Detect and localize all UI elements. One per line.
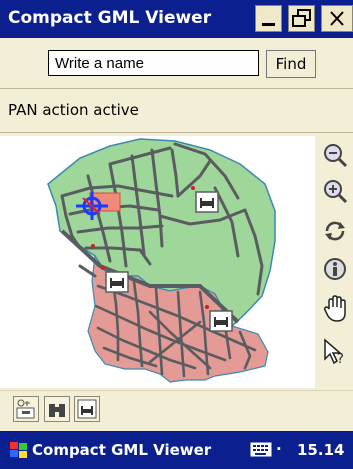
- poi-dot: [91, 244, 95, 248]
- window-title: Compact GML Viewer: [8, 8, 212, 28]
- binoculars-icon: [49, 404, 65, 417]
- map-canvas[interactable]: [0, 136, 315, 388]
- close-icon: [330, 11, 344, 26]
- search-input[interactable]: [48, 50, 259, 76]
- restore-icon: [292, 9, 311, 27]
- pan-tool-button[interactable]: [319, 294, 350, 324]
- minimize-icon: [262, 23, 275, 26]
- layers-icon: [16, 399, 35, 419]
- divider: [0, 88, 353, 89]
- layers-button[interactable]: [13, 396, 39, 422]
- zoom-in-button[interactable]: [319, 176, 350, 206]
- map-drawing: [47, 138, 276, 383]
- restore-button[interactable]: [288, 5, 315, 32]
- taskbar-separator: ·: [276, 440, 282, 458]
- pan-hand-icon: [323, 295, 346, 322]
- refresh-icon: [324, 221, 345, 241]
- map-tools-panel: ?: [316, 136, 353, 388]
- query-icon: ?: [323, 338, 344, 365]
- keyboard-icon[interactable]: [250, 441, 272, 459]
- find-button[interactable]: Find: [266, 50, 316, 78]
- query-tool-button[interactable]: ?: [319, 336, 350, 366]
- minimize-button[interactable]: [255, 5, 282, 32]
- bed-list-icon: [77, 399, 97, 419]
- info-button[interactable]: [319, 254, 350, 284]
- search-binoculars-button[interactable]: [44, 396, 70, 422]
- refresh-button[interactable]: [319, 216, 350, 246]
- status-text: PAN action active: [8, 101, 139, 119]
- clock: 15.14: [297, 441, 345, 459]
- close-button[interactable]: [321, 5, 353, 32]
- title-bar: Compact GML Viewer: [0, 0, 353, 38]
- hotels-button[interactable]: [74, 396, 100, 422]
- info-icon: [323, 258, 346, 280]
- taskbar: Compact GML Viewer · 15.14: [0, 431, 353, 469]
- zoom-in-icon: [323, 180, 347, 204]
- start-flag-icon[interactable]: [8, 439, 30, 461]
- taskbar-app-label[interactable]: Compact GML Viewer: [32, 441, 211, 459]
- zoom-out-icon: [323, 144, 347, 168]
- svg-text:?: ?: [337, 352, 344, 365]
- divider: [0, 132, 353, 133]
- zoom-out-button[interactable]: [319, 140, 350, 170]
